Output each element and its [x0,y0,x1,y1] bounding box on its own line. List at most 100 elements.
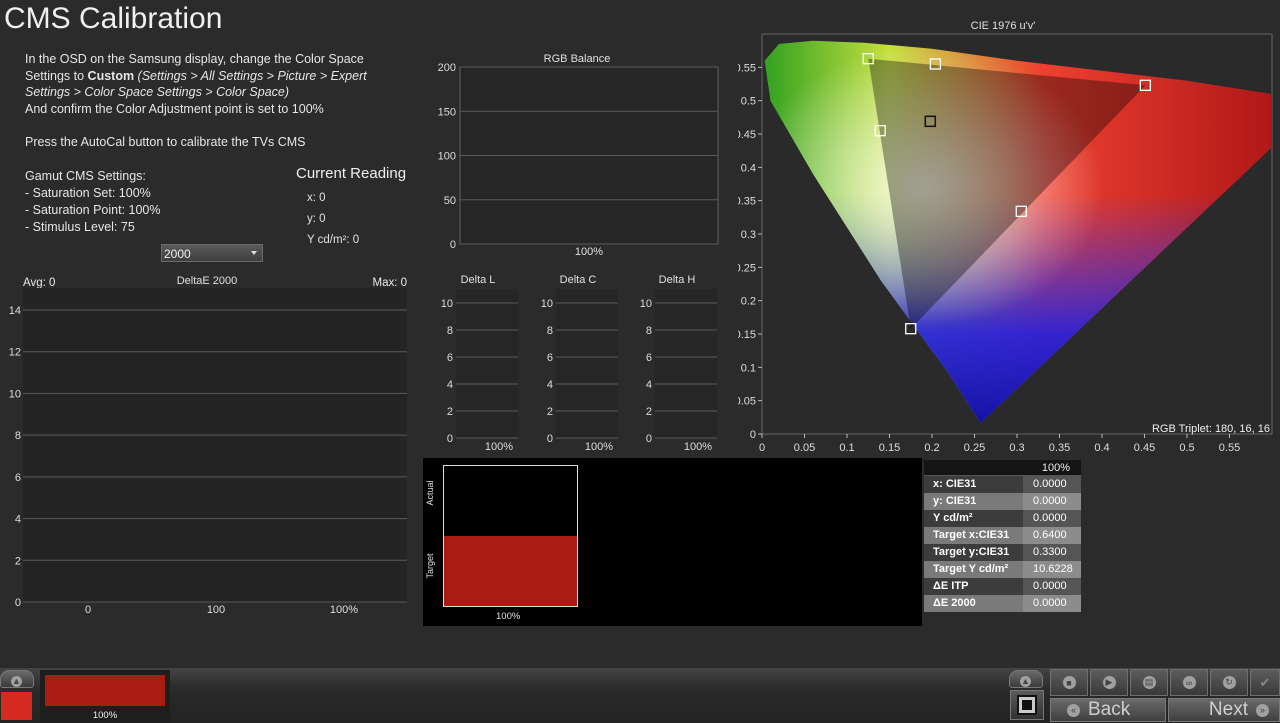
delta-chart: Delta C 10 8 6 4 2 0 100% [541,274,618,453]
x-tick-label: 100 [207,604,225,616]
x-tick-label: 0.5 [1179,442,1194,454]
back-button[interactable]: « Back [1050,698,1166,722]
y-tick-label: 4 [646,379,652,391]
loop-button[interactable]: ∞ [1170,669,1208,696]
rgb-balance-chart: RGB Balance 200 150 100 50 0 100% [438,53,719,258]
infinity-icon: ∞ [1182,676,1196,689]
instruction-line: In the OSD on the Samsung display, chang… [25,52,364,66]
gamut-item: - Saturation Set: 100% [25,186,151,200]
collapse-button[interactable]: ▲ [0,670,34,688]
y-tick-label: 200 [438,62,456,74]
y-tick-label: 10 [640,298,652,310]
chart-title: Delta C [560,274,597,286]
delta-lch-charts: Delta L1086420100%Delta C1086420100%Delt… [441,274,717,453]
chevron-up-icon: ▲ [11,675,22,687]
plot-area [655,289,717,438]
row-label: Y cd/m² [924,510,1023,527]
instructions: In the OSD on the Samsung display, chang… [25,51,405,151]
point-data-table: 100% x: CIE31 0.0000 y: CIE31 0.0000 Y cd/m²… [924,460,1081,612]
y-tick-label: 0.3 [741,229,756,241]
y-tick-label: 6 [447,352,453,364]
row-value: 0.6400 [1023,527,1081,544]
y-tick-label: 0 [750,429,756,441]
current-reading-title: Current Reading [296,165,407,182]
y-tick-label: 0 [447,433,453,445]
autocal-button[interactable] [1010,690,1044,720]
bottom-toolbar: ▲ 100% ▲ ■ ▶ ▤ ∞ ↻ ✔ « Back Next » [0,668,1280,723]
patch-thumbnail[interactable] [45,675,165,706]
deltae-avg: Avg: 0 [23,277,55,289]
save-icon: ▤ [1142,676,1156,689]
x-tick-label: 0.2 [924,442,939,454]
y-tick-label: 0.2 [741,296,756,308]
deltae-formula-dropdown[interactable]: 2000 [161,244,263,262]
y-tick-label: 6 [547,352,553,364]
current-x: x: 0 [307,192,326,204]
y-tick-label: 0 [15,597,21,609]
row-value: 0.0000 [1023,476,1081,493]
delta-chart: Delta L 10 8 6 4 2 0 100% [441,274,518,453]
x-tick-label: 100% [485,441,513,453]
row-label: ΔE 2000 [924,595,1023,612]
chart-title: RGB Balance [544,53,611,65]
rgb-triplet: RGB Triplet: 180, 16, 16 [1152,423,1270,435]
table-header: 100% [924,460,1081,476]
page-title: CMS Calibration [4,2,223,35]
x-tick-label: 0.35 [1049,442,1070,454]
table-row: ΔE ITP 0.0000 [924,578,1081,595]
instruction-line: Settings to Custom (Settings > All Setti… [25,68,405,85]
deltae-chart: Avg: 0 DeltaE 2000 Max: 0 14 12 10 8 6 4 2 0 0 10… [9,275,407,616]
confirm-button[interactable]: ✔ [1250,669,1280,696]
x-tick-label: 0.25 [964,442,985,454]
y-tick-label: 0.45 [738,129,756,141]
instruction-bold: Custom [87,68,135,83]
y-tick-label: 2 [15,555,21,567]
double-chevron-right-icon: » [1256,703,1269,717]
row-value: 0.0000 [1023,510,1081,527]
y-tick-label: 2 [547,406,553,418]
chevron-up-icon: ▲ [1020,675,1031,687]
delta-chart: Delta H 10 8 6 4 2 0 100% [640,274,717,453]
stop-square-icon [1017,695,1037,715]
instruction-line: Press the AutoCal button to calibrate th… [25,135,306,150]
instruction-text: Settings to [25,68,88,83]
current-Y: Y cd/m²: 0 [307,234,360,246]
y-tick-label: 50 [444,195,456,207]
play-button[interactable]: ▶ [1090,669,1128,696]
x-tick-label: 0.4 [1094,442,1109,454]
stop-button[interactable]: ■ [1050,669,1088,696]
y-tick-label: 0.05 [738,396,756,408]
y-tick-label: 0.5 [741,96,756,108]
color-swatch-panel: Actual Target 100% [423,458,922,626]
x-tick-label: 100% [575,246,603,258]
collapse-right-button[interactable]: ▲ [1009,670,1043,688]
y-tick-label: 10 [541,298,553,310]
chart-title: DeltaE 2000 [177,275,238,287]
row-value: 0.0000 [1023,493,1081,510]
next-button[interactable]: Next » [1168,698,1280,722]
y-tick-label: 4 [15,514,21,526]
target-swatch [444,536,577,606]
instruction-italic: Settings > Color Space Settings > Color … [25,85,290,100]
table-row: Y cd/m² 0.0000 [924,510,1081,527]
patch-thumbnail-strip: 100% [40,670,170,723]
row-value: 0.0000 [1023,595,1081,612]
x-tick-label: 0.3 [1009,442,1024,454]
x-tick-label: 0 [85,604,91,616]
plot-area [556,289,618,438]
y-tick-label: 8 [547,325,553,337]
y-tick-label: 0.35 [738,196,756,208]
x-tick-label: 0.15 [879,442,900,454]
y-tick-label: 0 [450,239,456,251]
x-tick-label: 0 [759,442,765,454]
chart-title: Delta H [659,274,696,286]
save-button[interactable]: ▤ [1130,669,1168,696]
next-label: Next [1208,699,1248,720]
y-tick-label: 6 [15,472,21,484]
current-y: y: 0 [307,213,326,225]
table-row: ΔE 2000 0.0000 [924,595,1081,612]
plot-area [23,288,407,602]
table-row: x: CIE31 0.0000 [924,476,1081,493]
refresh-button[interactable]: ↻ [1210,669,1248,696]
y-tick-label: 2 [646,406,652,418]
